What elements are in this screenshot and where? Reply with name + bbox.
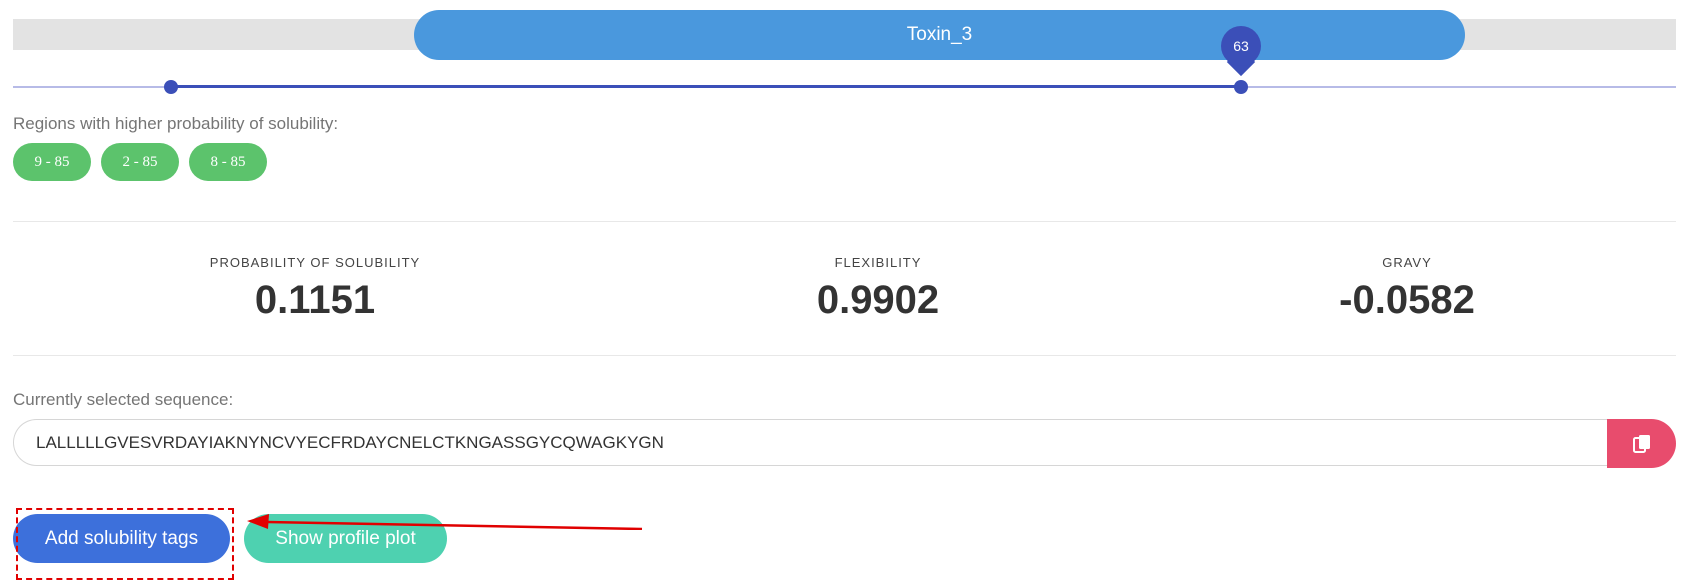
slider-value-tooltip: 63 [1221, 26, 1261, 77]
sequence-value: LALLLLLGVESVRDAYIAKNYNCVYECFRDAYCNELCTKN… [36, 432, 664, 452]
region-chips: 9 - 85 2 - 85 8 - 85 [13, 143, 267, 181]
domain-label: Toxin_3 [906, 24, 973, 45]
stat-probability-of-solubility: PROBABILITY OF SOLUBILITY 0.1151 [115, 255, 515, 323]
slider-start-handle[interactable] [164, 80, 178, 94]
annotation-highlight-box [16, 508, 234, 580]
show-profile-plot-label: Show profile plot [275, 527, 416, 549]
stat-value: 0.9902 [816, 278, 940, 322]
region-chip[interactable]: 8 - 85 [189, 143, 267, 181]
stat-gravy: GRAVY -0.0582 [1207, 255, 1607, 323]
slider-end-handle[interactable] [1234, 80, 1248, 94]
stat-label: PROBABILITY OF SOLUBILITY [209, 255, 421, 270]
divider [13, 221, 1676, 222]
regions-label: Regions with higher probability of solub… [13, 114, 339, 133]
stat-label: GRAVY [1382, 255, 1432, 270]
divider [13, 355, 1676, 356]
stat-value: -0.0582 [1339, 278, 1475, 322]
region-chip[interactable]: 9 - 85 [13, 143, 91, 181]
copy-button[interactable] [1607, 419, 1676, 468]
stat-label: FLEXIBILITY [834, 255, 922, 270]
annotation-arrow-icon [247, 514, 643, 530]
slider-value: 63 [1233, 38, 1249, 54]
slider-selected-range [171, 85, 1241, 88]
sequence-field[interactable]: LALLLLLGVESVRDAYIAKNYNCVYECFRDAYCNELCTKN… [13, 419, 1608, 466]
domain-selector-pill[interactable]: Toxin_3 [414, 10, 1465, 60]
copy-icon [1632, 434, 1650, 453]
stat-value: 0.1151 [254, 278, 376, 322]
sequence-label: Currently selected sequence: [13, 390, 234, 409]
stat-flexibility: FLEXIBILITY 0.9902 [678, 255, 1078, 323]
region-chip[interactable]: 2 - 85 [101, 143, 179, 181]
